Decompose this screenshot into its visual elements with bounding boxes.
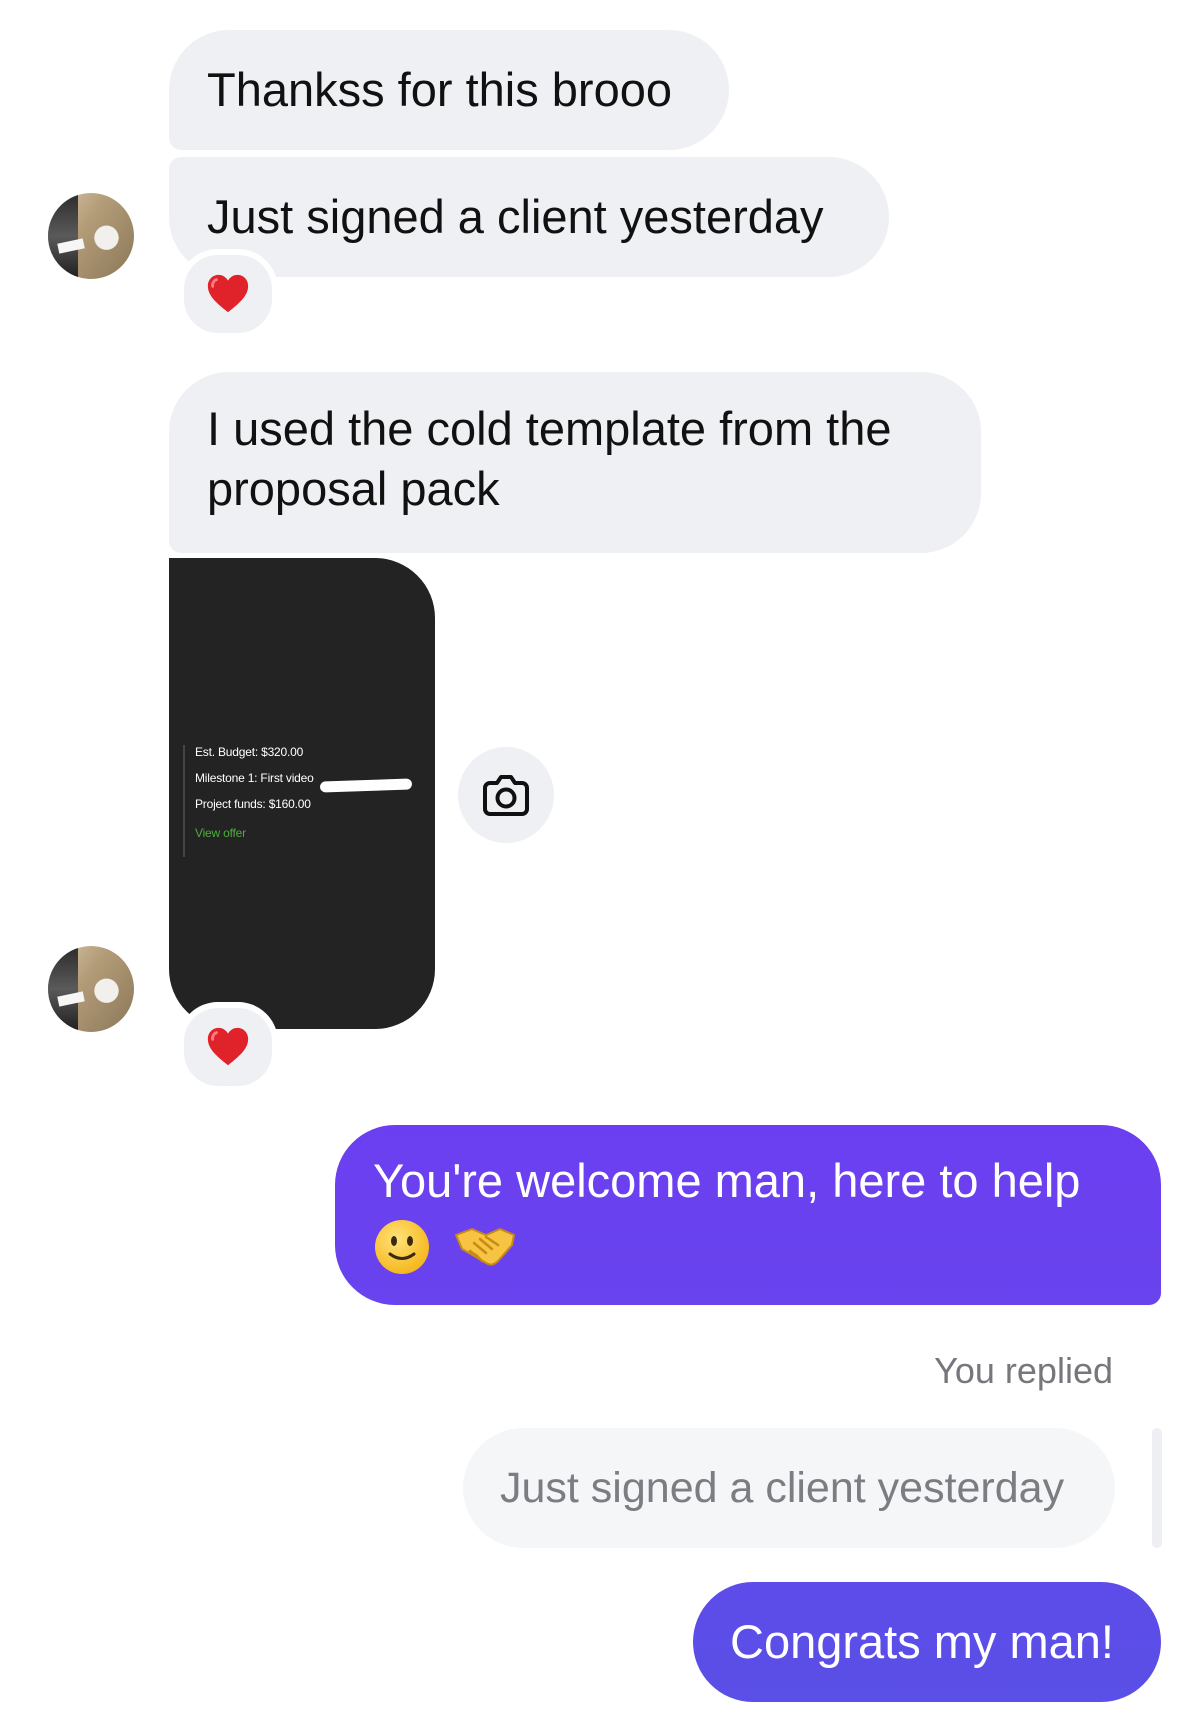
offer-card: Est. Budget: $320.00 Milestone 1: First …: [183, 745, 423, 863]
handshake-icon: [455, 1227, 516, 1266]
quoted-message[interactable]: Just signed a client yesterday: [463, 1428, 1115, 1548]
avatar[interactable]: [48, 946, 134, 1032]
reaction-badge[interactable]: [178, 249, 278, 339]
image-attachment[interactable]: Est. Budget: $320.00 Milestone 1: First …: [169, 558, 435, 1029]
replied-label: You replied: [934, 1350, 1113, 1391]
reaction-badge[interactable]: [178, 1002, 278, 1092]
avatar[interactable]: [48, 193, 134, 279]
view-offer-link: View offer: [195, 826, 246, 840]
slightly-smiling-face-icon: [375, 1219, 429, 1274]
redaction-mark: [319, 778, 413, 793]
red-heart-icon: [207, 274, 249, 313]
message-bubble-outgoing[interactable]: Congrats my man!: [693, 1582, 1161, 1702]
message-emojis: [373, 1213, 1125, 1276]
red-heart-icon: [207, 1027, 249, 1066]
offer-milestone: Milestone 1: First video: [195, 771, 314, 785]
camera-button[interactable]: [458, 747, 554, 843]
message-bubble-incoming[interactable]: I used the cold template from the propos…: [169, 372, 981, 553]
quote-indicator: [1152, 1428, 1162, 1548]
message-text: Just signed a client yesterday: [207, 190, 824, 243]
offer-budget: Est. Budget: $320.00: [195, 745, 304, 759]
message-text: You're welcome man, here to help: [373, 1154, 1081, 1207]
camera-icon: [483, 775, 529, 816]
message-bubble-incoming[interactable]: Just signed a client yesterday: [169, 157, 889, 277]
message-text: Congrats my man!: [730, 1615, 1114, 1668]
message-bubble-outgoing[interactable]: You're welcome man, here to help: [335, 1125, 1161, 1305]
message-text: Thankss for this brooo: [207, 63, 672, 116]
offer-funds: Project funds: $160.00: [195, 797, 311, 811]
message-text: I used the cold template from the propos…: [207, 402, 892, 515]
message-bubble-incoming[interactable]: Thankss for this brooo: [169, 30, 729, 150]
